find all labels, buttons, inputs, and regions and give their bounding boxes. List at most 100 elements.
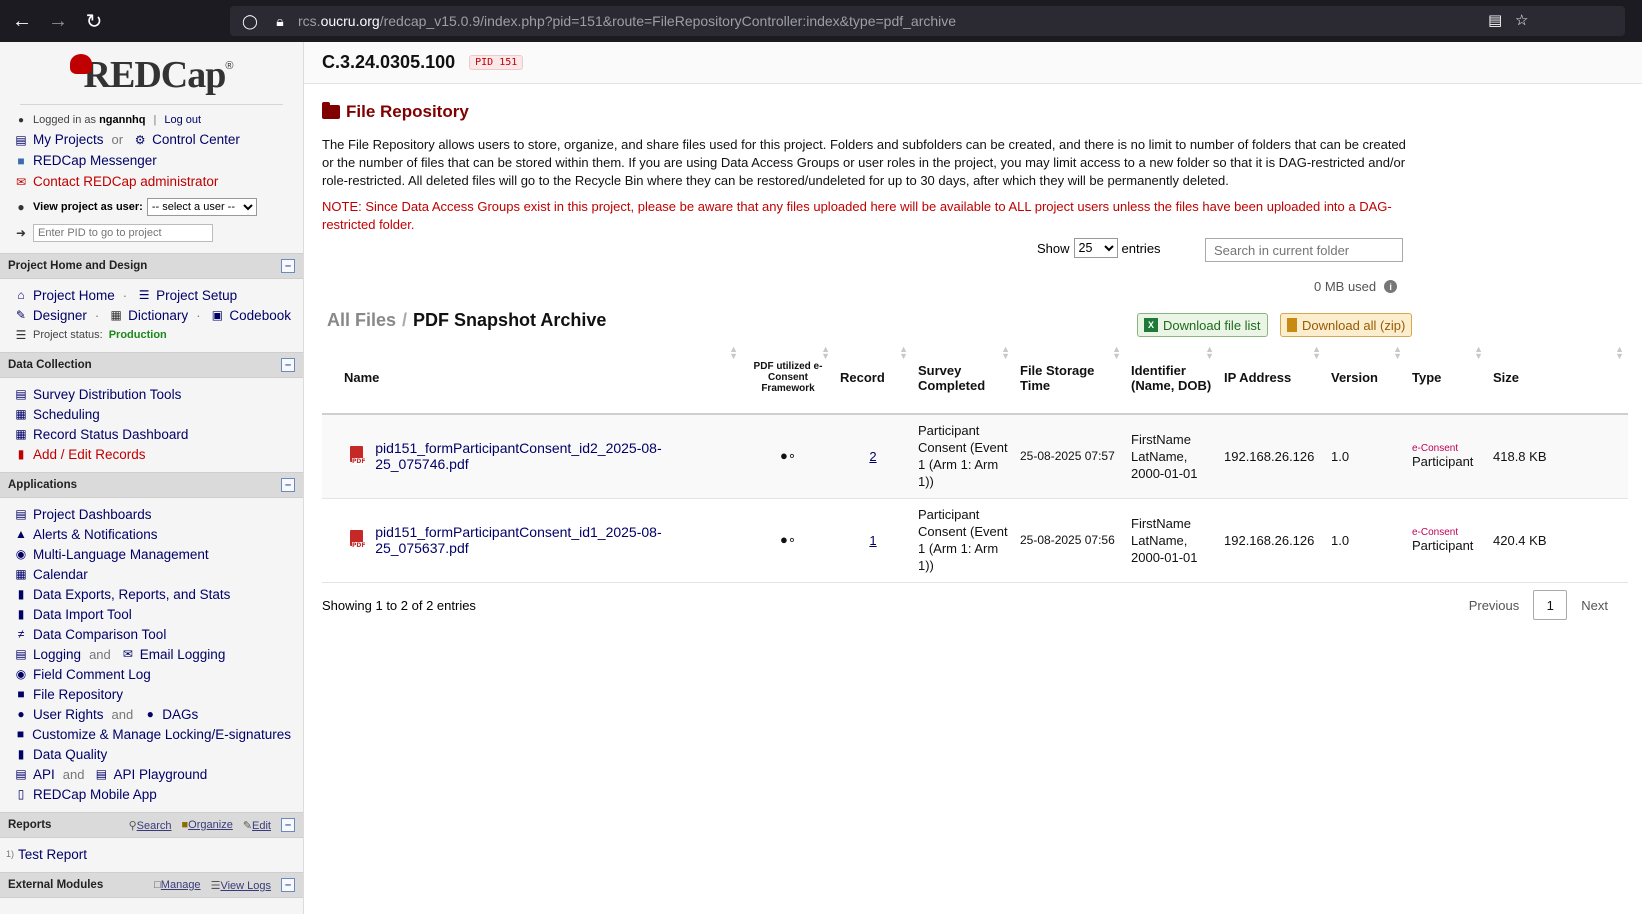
collapse-icon[interactable]: – [281,478,295,492]
sidebar-item-comparison[interactable]: ≠ Data Comparison Tool [0,624,303,644]
view-as-select[interactable]: -- select a user -- [146,198,257,216]
lock-icon[interactable]: 🔒︎ [270,13,290,30]
sidebar-item-multilang[interactable]: ◉ Multi-Language Management [0,544,303,564]
sidebar-item-label[interactable]: Scheduling [33,407,100,422]
sort-icon[interactable]: ▲ ▼ [1474,345,1483,361]
collapse-icon[interactable]: – [281,818,295,832]
sort-icon[interactable]: ▲ ▼ [1205,345,1214,361]
sidebar-item-data-quality[interactable]: ▮ Data Quality [0,744,303,764]
reports-edit-link[interactable]: Edit [252,820,271,832]
sidebar-item-label[interactable]: Data Exports, Reports, and Stats [33,587,230,602]
sort-icon[interactable]: ▲ ▼ [1312,345,1321,361]
url-text[interactable]: rcs.oucru.org/redcap_v15.0.9/index.php?p… [298,13,956,29]
sidebar-item-survey-distribution[interactable]: ▤ Survey Distribution Tools [0,384,303,404]
sort-icon[interactable]: ▲ ▼ [821,345,830,361]
sidebar-item-locking[interactable]: ■ Customize & Manage Locking/E-signatures [0,724,303,744]
sort-icon[interactable]: ▲ ▼ [1001,345,1010,361]
download-file-list-button[interactable]: X Download file list [1137,313,1268,337]
user-rights-link[interactable]: User Rights [33,707,104,722]
sidebar-item-calendar[interactable]: ▦ Calendar [0,564,303,584]
sidebar-item-record-status[interactable]: ▦ Record Status Dashboard [0,424,303,444]
column-header-identifier[interactable]: Identifier (Name, DOB) ▲ ▼ [1125,342,1218,415]
record-link[interactable]: 1 [869,533,876,548]
project-setup-link[interactable]: Project Setup [156,288,237,303]
column-header-pdf-framework[interactable]: PDF utilized e-Consent Framework ▲ ▼ [742,342,834,415]
codebook-link[interactable]: Codebook [229,308,291,323]
sidebar-item-label[interactable]: Survey Distribution Tools [33,387,181,402]
section-header-data-collection[interactable]: Data Collection – [0,352,303,378]
logout-link[interactable]: Log out [164,114,201,126]
reload-icon[interactable]: ↻ [76,0,112,42]
entries-select[interactable]: 25 [1073,238,1118,258]
page-1-button[interactable]: 1 [1533,590,1568,620]
sort-icon[interactable]: ▲ ▼ [1615,345,1624,361]
previous-button[interactable]: Previous [1469,598,1520,613]
api-link[interactable]: API [33,767,55,782]
breadcrumb-all-files[interactable]: All Files [327,310,396,330]
sidebar-item-mobile-app[interactable]: ▯ REDCap Mobile App [0,784,303,804]
contact-admin-link[interactable]: Contact REDCap administrator [33,174,218,189]
column-header-storage-time[interactable]: File Storage Time ▲ ▼ [1014,342,1125,415]
sort-icon[interactable]: ▲ ▼ [1393,345,1402,361]
modules-view-logs-link[interactable]: View Logs [220,880,271,892]
sidebar-item-label[interactable]: REDCap Mobile App [33,787,157,802]
control-center-link[interactable]: Control Center [152,132,240,147]
modules-manage-link[interactable]: Manage [161,879,201,891]
pid-input[interactable] [33,224,213,242]
dictionary-link[interactable]: Dictionary [128,308,188,323]
next-button[interactable]: Next [1581,598,1608,613]
back-icon[interactable]: ← [4,0,40,42]
section-header-external-modules[interactable]: External Modules □Manage ☰View Logs – [0,872,303,898]
column-header-type[interactable]: Type ▲ ▼ [1406,342,1487,415]
bookmark-star-icon[interactable]: ☆ [1515,11,1528,29]
sidebar-item-label[interactable]: Data Quality [33,747,107,762]
dags-link[interactable]: DAGs [162,707,198,722]
file-name-link[interactable]: pid151_formParticipantConsent_id1_2025-0… [375,524,736,556]
shield-icon[interactable]: ◯ [240,13,260,30]
my-projects-link[interactable]: My Projects [33,132,104,147]
sidebar-item-label[interactable]: Multi-Language Management [33,547,209,562]
sidebar-item-label[interactable]: Data Comparison Tool [33,627,166,642]
sort-icon[interactable]: ▲ ▼ [1112,345,1121,361]
redcap-logo[interactable]: REDCap ® [0,42,303,102]
reports-organize-link[interactable]: Organize [188,819,233,831]
sort-icon[interactable]: ▲ ▼ [729,345,738,361]
logging-link[interactable]: Logging [33,647,81,662]
sidebar-item-add-edit-records[interactable]: ▮ Add / Edit Records [0,444,303,464]
forward-icon[interactable]: → [40,0,76,42]
report-link[interactable]: Test Report [18,847,87,862]
column-header-survey-completed[interactable]: Survey Completed ▲ ▼ [912,342,1014,415]
file-name-link[interactable]: pid151_formParticipantConsent_id2_2025-0… [375,440,736,472]
report-item[interactable]: 1) Test Report [0,844,303,864]
column-header-name[interactable]: Name ▲ ▼ [322,342,742,415]
sidebar-item-label[interactable]: Calendar [33,567,88,582]
collapse-icon[interactable]: – [281,878,295,892]
sidebar-item-label[interactable]: Alerts & Notifications [33,527,158,542]
sidebar-item-alerts[interactable]: ▲ Alerts & Notifications [0,524,303,544]
section-header-applications[interactable]: Applications – [0,472,303,498]
api-playground-link[interactable]: API Playground [113,767,207,782]
project-home-link[interactable]: Project Home [33,288,115,303]
sidebar-item-project-dashboards[interactable]: ▤ Project Dashboards [0,504,303,524]
column-header-ip[interactable]: IP Address ▲ ▼ [1218,342,1325,415]
collapse-icon[interactable]: – [281,259,295,273]
designer-link[interactable]: Designer [33,308,87,323]
section-header-home-design[interactable]: Project Home and Design – [0,253,303,279]
collapse-icon[interactable]: – [281,358,295,372]
sidebar-item-label[interactable]: Record Status Dashboard [33,427,188,442]
info-icon[interactable]: i [1384,280,1398,293]
sidebar-item-exports[interactable]: ▮ Data Exports, Reports, and Stats [0,584,303,604]
column-header-size[interactable]: Size ▲ ▼ [1487,342,1628,415]
sort-icon[interactable]: ▲ ▼ [899,345,908,361]
sidebar-item-label[interactable]: File Repository [33,687,123,702]
record-link[interactable]: 2 [869,449,876,464]
reports-search-link[interactable]: Search [137,820,172,832]
sidebar-item-label[interactable]: Project Dashboards [33,507,152,522]
sidebar-item-label[interactable]: Customize & Manage Locking/E-signatures [32,727,291,742]
reader-view-icon[interactable]: ▤ [1488,11,1502,29]
column-header-version[interactable]: Version ▲ ▼ [1325,342,1406,415]
search-input[interactable] [1205,238,1403,262]
sidebar-item-scheduling[interactable]: ▦ Scheduling [0,404,303,424]
sidebar-item-file-repository[interactable]: ■ File Repository [0,684,303,704]
sidebar-item-label[interactable]: Add / Edit Records [33,447,146,462]
